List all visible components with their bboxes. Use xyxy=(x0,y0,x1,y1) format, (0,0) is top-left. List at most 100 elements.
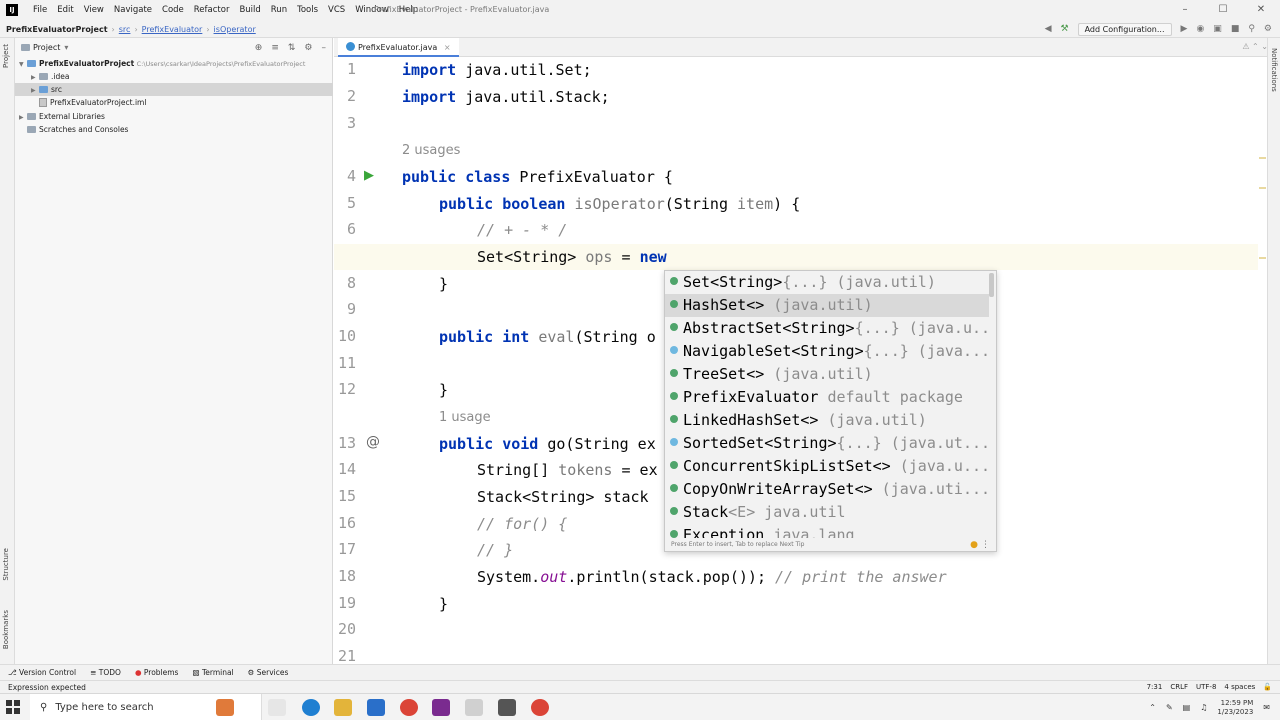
menu-tools[interactable]: Tools xyxy=(292,0,323,20)
completion-item[interactable]: TreeSet<> (java.util) xyxy=(665,363,989,386)
menu-code[interactable]: Code xyxy=(157,0,189,20)
editor-scrollbar[interactable] xyxy=(1258,57,1267,664)
usages-hint[interactable]: 2 usages xyxy=(402,143,460,158)
problems-tab[interactable]: ● Problems xyxy=(135,668,179,677)
breadcrumb-class[interactable]: PrefixEvaluator xyxy=(142,25,203,34)
version-control-tab[interactable]: ⎇ Version Control xyxy=(8,668,76,677)
structure-tab[interactable]: Structure xyxy=(2,548,10,581)
right-tool-stripe: Notifications xyxy=(1267,38,1280,664)
windows-start-icon[interactable] xyxy=(6,700,20,714)
breadcrumb-project[interactable]: PrefixEvaluatorProject xyxy=(6,25,108,34)
services-tab[interactable]: ⚙ Services xyxy=(248,668,289,677)
menu-file[interactable]: File xyxy=(28,0,52,20)
minimize-icon[interactable]: – xyxy=(1166,0,1204,20)
chrome-icon[interactable] xyxy=(400,699,418,716)
bookmarks-tab[interactable]: Bookmarks xyxy=(2,610,10,649)
store-icon[interactable] xyxy=(367,699,385,716)
debug-icon[interactable]: ◉ xyxy=(1196,24,1204,34)
settings-icon[interactable]: ⚙ xyxy=(1264,24,1272,34)
chrome-icon[interactable] xyxy=(531,699,549,716)
code-completion-popup[interactable]: Set<String>{...} (java.util) HashSet<> (… xyxy=(664,270,997,552)
tab-prefix-evaluator-java[interactable]: PrefixEvaluator.java × xyxy=(338,38,459,57)
tree-item-idea[interactable]: ▶ .idea xyxy=(15,70,333,83)
notification-icon[interactable]: ✉ xyxy=(1263,703,1270,712)
override-gutter-icon[interactable]: @ xyxy=(366,434,380,450)
tree-item-scratches[interactable]: Scratches and Consoles xyxy=(15,123,333,136)
usages-hint[interactable]: 1 usage xyxy=(439,410,491,425)
menu-view[interactable]: View xyxy=(79,0,109,20)
intellij-logo-icon[interactable]: IJ xyxy=(6,4,18,16)
chevron-up-icon[interactable]: ⌃ xyxy=(1149,703,1156,712)
intellij-taskbar-icon[interactable] xyxy=(432,699,450,716)
code-line-4: public class PrefixEvaluator { xyxy=(402,164,673,190)
completion-item-selected[interactable]: HashSet<> (java.util) xyxy=(665,294,989,317)
run-gutter-icon[interactable]: ▶ xyxy=(364,168,374,183)
lightbulb-icon[interactable]: ● xyxy=(970,540,978,550)
gear-icon[interactable]: ⚙ xyxy=(304,43,312,53)
taskbar-app-icon[interactable] xyxy=(216,699,234,716)
tree-item-label: Scratches and Consoles xyxy=(39,125,129,134)
completion-item[interactable]: SortedSet<String>{...} (java.ut... xyxy=(665,432,989,455)
inspection-widget[interactable]: ⚠ ⌃ ⌄ xyxy=(1242,42,1268,51)
completion-item[interactable]: PrefixEvaluator default package xyxy=(665,386,989,409)
chevron-down-icon[interactable]: ▾ xyxy=(64,43,68,52)
completion-item[interactable]: AbstractSet<String>{...} (java.u... xyxy=(665,317,989,340)
search-everywhere-icon[interactable]: ⚲ xyxy=(1248,24,1255,34)
completion-scrollbar[interactable] xyxy=(989,273,994,297)
edge-icon[interactable] xyxy=(302,699,320,716)
file-explorer-icon[interactable] xyxy=(334,699,352,716)
locate-icon[interactable]: ⊕ xyxy=(255,43,263,53)
completion-item[interactable]: CopyOnWriteArraySet<> (java.uti... xyxy=(665,478,989,501)
network-icon[interactable]: ▤ xyxy=(1183,703,1191,712)
completion-item[interactable]: Stack<E> java.util xyxy=(665,501,989,524)
volume-icon[interactable]: ♫ xyxy=(1200,703,1207,712)
taskbar-app-icon[interactable] xyxy=(465,699,483,716)
menu-bar: File Edit View Navigate Code Refactor Bu… xyxy=(28,0,423,20)
task-view-icon[interactable] xyxy=(268,699,286,716)
menu-edit[interactable]: Edit xyxy=(52,0,78,20)
scroll-marker[interactable] xyxy=(1259,257,1266,259)
tree-item-src[interactable]: ▶ src xyxy=(15,83,333,96)
variable: ops xyxy=(585,248,613,266)
todo-tab[interactable]: ≡ TODO xyxy=(90,668,121,677)
menu-navigate[interactable]: Navigate xyxy=(109,0,157,20)
taskbar-app-icon[interactable] xyxy=(498,699,516,716)
maximize-icon[interactable]: ☐ xyxy=(1204,0,1242,20)
add-configuration-button[interactable]: Add Configuration... xyxy=(1077,22,1172,36)
taskbar-clock[interactable]: 12:59 PM 1/23/2023 xyxy=(1217,699,1253,717)
more-options-icon[interactable]: ⋮ xyxy=(981,540,990,550)
collapse-all-icon[interactable]: ≡ xyxy=(271,43,279,53)
completion-item[interactable]: Set<String>{...} (java.util) xyxy=(665,271,989,294)
tree-item-iml[interactable]: PrefixEvaluatorProject.iml xyxy=(15,96,333,109)
close-icon[interactable]: ✕ xyxy=(1242,0,1280,20)
build-hammer-icon[interactable]: ⚒ xyxy=(1061,24,1069,34)
scroll-marker[interactable] xyxy=(1259,187,1266,189)
menu-vcs[interactable]: VCS xyxy=(323,0,350,20)
breadcrumb-method[interactable]: isOperator xyxy=(214,25,256,34)
tree-item-external-libraries[interactable]: ▶ External Libraries xyxy=(15,110,333,123)
expand-all-icon[interactable]: ⇅ xyxy=(288,43,296,53)
hide-panel-icon[interactable]: – xyxy=(322,43,327,53)
breadcrumb-src[interactable]: src xyxy=(119,25,131,34)
project-path: C:\Users\csarkar\IdeaProjects\PrefixEval… xyxy=(136,60,306,68)
project-tab[interactable]: Project xyxy=(2,44,10,68)
terminal-tab[interactable]: ▧ Terminal xyxy=(192,668,233,677)
close-tab-icon[interactable]: × xyxy=(444,43,451,52)
project-panel-title[interactable]: Project xyxy=(33,43,60,52)
completion-item[interactable]: LinkedHashSet<> (java.util) xyxy=(665,409,989,432)
menu-refactor[interactable]: Refactor xyxy=(189,0,235,20)
pen-icon[interactable]: ✎ xyxy=(1166,703,1173,712)
scroll-marker[interactable] xyxy=(1259,157,1266,159)
breadcrumb: PrefixEvaluatorProject › src › PrefixEva… xyxy=(6,20,260,38)
tree-item-project-root[interactable]: ▼ PrefixEvaluatorProject C:\Users\csarkar… xyxy=(15,57,333,70)
menu-build[interactable]: Build xyxy=(234,0,265,20)
notifications-tab[interactable]: Notifications xyxy=(1270,48,1278,92)
coverage-icon[interactable]: ▣ xyxy=(1213,24,1222,34)
stop-icon[interactable]: ■ xyxy=(1231,24,1240,34)
completion-item[interactable]: NavigableSet<String>{...} (java... xyxy=(665,340,989,363)
class-icon xyxy=(670,392,678,400)
run-icon[interactable]: ▶ xyxy=(1181,24,1188,34)
menu-run[interactable]: Run xyxy=(266,0,292,20)
completion-item[interactable]: ConcurrentSkipListSet<> (java.u... xyxy=(665,455,989,478)
back-icon[interactable]: ◀ xyxy=(1045,24,1052,34)
